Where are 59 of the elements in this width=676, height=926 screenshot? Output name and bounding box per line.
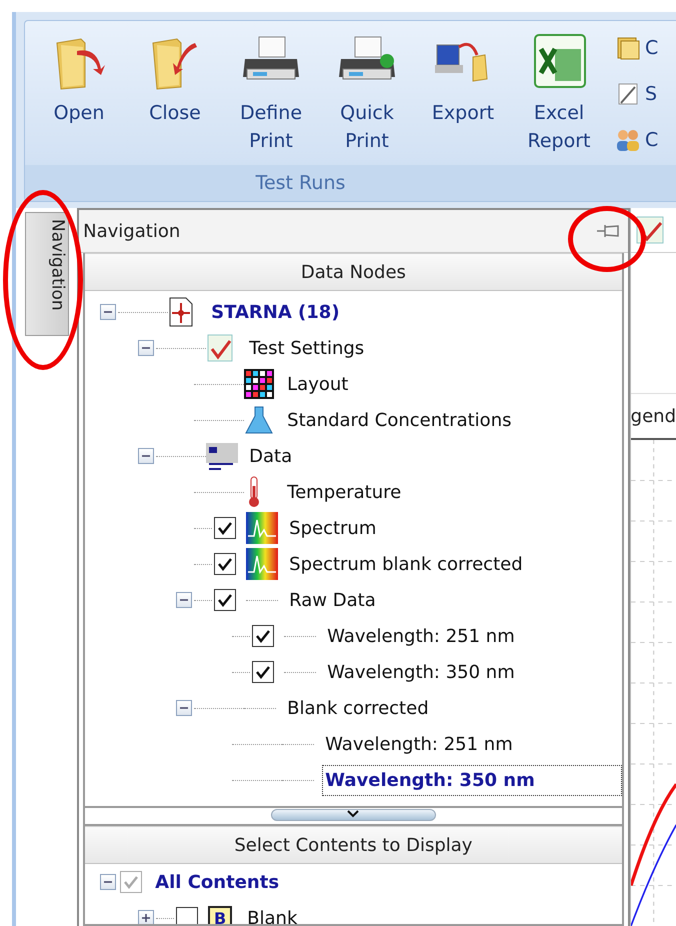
chevron-down-icon bbox=[346, 810, 360, 818]
ribbon-button[interactable]: Close bbox=[127, 29, 223, 165]
group-label: Test Runs bbox=[256, 172, 346, 194]
people-icon bbox=[615, 127, 641, 153]
tree-item[interactable]: Temperature bbox=[284, 476, 408, 508]
tree-item[interactable]: Spectrum blank corrected bbox=[286, 548, 530, 580]
grid-icon bbox=[244, 369, 274, 399]
ribbon-button[interactable]: Quick Print bbox=[319, 29, 415, 165]
tree-item[interactable]: Blank corrected bbox=[284, 692, 436, 724]
ribbon-small-button[interactable]: C bbox=[615, 29, 658, 67]
check-icon bbox=[255, 628, 272, 644]
blank-badge: B bbox=[208, 906, 232, 924]
tree-item[interactable]: Spectrum bbox=[286, 512, 384, 544]
tree-item[interactable]: Test Settings bbox=[246, 332, 372, 364]
check-icon bbox=[255, 664, 272, 680]
ribbon-button[interactable]: Open bbox=[31, 29, 127, 165]
checkbox[interactable] bbox=[214, 589, 236, 611]
spectrum-icon bbox=[246, 512, 278, 544]
panel-title: Navigation bbox=[83, 220, 180, 242]
plus-icon bbox=[141, 913, 152, 923]
folder-icon bbox=[615, 35, 641, 61]
tree-item[interactable]: Layout bbox=[284, 368, 356, 400]
splitter-handle[interactable] bbox=[270, 809, 436, 821]
tree-item[interactable]: Wavelength: 251 nm bbox=[324, 620, 522, 652]
section-title: Select Contents to Display bbox=[234, 834, 472, 856]
tree-item[interactable]: Raw Data bbox=[286, 584, 383, 616]
ribbon-button[interactable]: Define Print bbox=[223, 29, 319, 165]
ribbon-button[interactable]: Excel Report bbox=[511, 29, 607, 165]
check-icon bbox=[217, 556, 234, 572]
checklist-icon bbox=[206, 333, 234, 363]
expander-toggle[interactable] bbox=[100, 304, 116, 320]
expander-toggle[interactable] bbox=[138, 340, 154, 356]
tree-item[interactable]: Data bbox=[246, 440, 300, 472]
tree-item[interactable]: Standard Concentrations bbox=[284, 404, 518, 436]
check-icon bbox=[217, 592, 234, 608]
spectrum-icon bbox=[246, 548, 278, 580]
expander-toggle[interactable] bbox=[176, 592, 192, 608]
ribbon-button[interactable]: Export bbox=[415, 29, 511, 165]
data-icon bbox=[206, 441, 238, 471]
checkbox[interactable] bbox=[252, 625, 274, 647]
section-title: Data Nodes bbox=[300, 262, 406, 282]
tree-item[interactable]: Wavelength: 350 nm bbox=[324, 656, 522, 688]
expander-toggle[interactable] bbox=[176, 700, 192, 716]
check-icon bbox=[123, 874, 140, 890]
side-tab[interactable]: Navigation bbox=[24, 212, 69, 336]
tree-item[interactable]: Wavelength: 350 nm bbox=[322, 764, 622, 796]
checkbox[interactable] bbox=[214, 517, 236, 539]
expander-toggle[interactable] bbox=[138, 448, 154, 464]
document-icon bbox=[168, 297, 194, 327]
checkbox[interactable] bbox=[252, 661, 274, 683]
legend-label: gend bbox=[630, 406, 676, 426]
ribbon-small-button[interactable]: C bbox=[615, 121, 658, 159]
ribbon-small-button[interactable]: S bbox=[615, 75, 658, 113]
checkbox[interactable] bbox=[214, 553, 236, 575]
check-icon bbox=[217, 520, 234, 536]
pin-icon bbox=[596, 222, 622, 240]
tree-item[interactable]: STARNA (18) bbox=[208, 296, 347, 328]
tree-item[interactable]: Wavelength: 251 nm bbox=[322, 728, 520, 760]
flask-icon bbox=[244, 405, 274, 435]
